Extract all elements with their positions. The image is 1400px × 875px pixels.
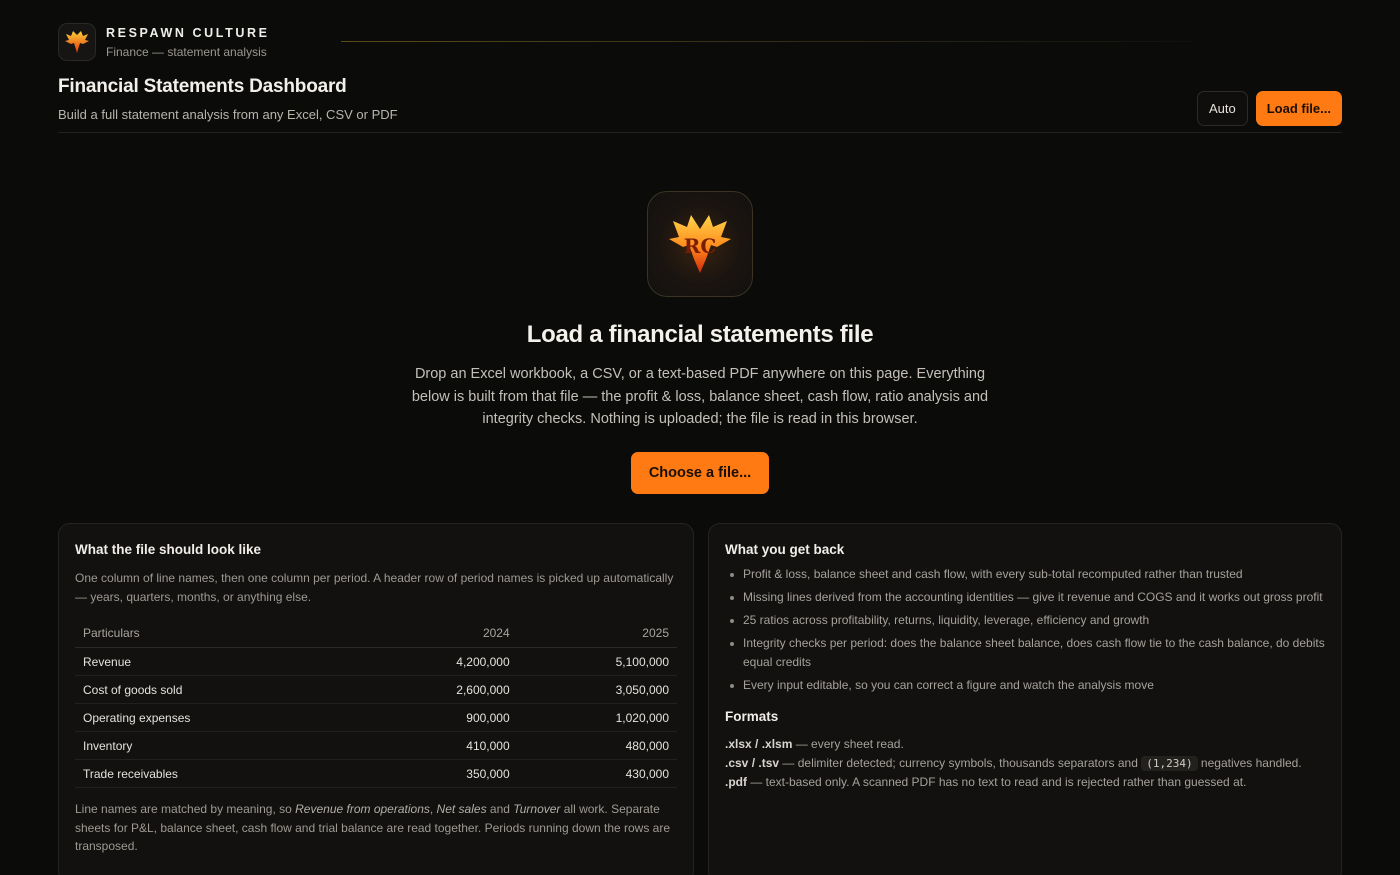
output-card-title: What you get back: [725, 541, 845, 557]
table-cell: 4,200,000: [358, 647, 518, 676]
table-cell: Operating expenses: [75, 703, 359, 732]
app-root: RESPAWN CULTURE Finance — statement anal…: [0, 0, 1400, 875]
phoenix-rc-icon: RC: [647, 191, 753, 297]
format-pdf: .pdf — text-based only. A scanned PDF ha…: [725, 773, 1325, 792]
notes-example: Net sales: [436, 802, 487, 816]
table-row: Trade receivables 350,000 430,000: [75, 759, 677, 788]
table-cell: 410,000: [358, 731, 518, 760]
table-row: Inventory 410,000 480,000: [75, 731, 677, 760]
title-bar: Financial Statements Dashboard Build a f…: [58, 76, 1342, 133]
table-cell: Cost of goods sold: [75, 675, 359, 704]
load-file-button[interactable]: Load file...: [1255, 91, 1342, 126]
table-header-row: Particulars 2024 2025: [75, 619, 677, 648]
table-cell: 2,600,000: [358, 675, 518, 704]
file-format-intro: One column of line names, then one colum…: [75, 570, 674, 604]
table-row: Revenue 4,200,000 5,100,000: [75, 647, 677, 676]
format-name: .xlsx / .xlsm: [725, 736, 793, 751]
table-cell: 3,050,000: [517, 675, 677, 704]
output-card: What you get back Profit & loss, balance…: [708, 522, 1342, 875]
file-format-card: What the file should look like One colum…: [58, 522, 694, 875]
format-description: negatives handled.: [1197, 755, 1302, 770]
notes-text: ,: [429, 802, 437, 816]
table-cell: 5,100,000: [517, 647, 677, 676]
info-cards: What the file should look like One colum…: [58, 522, 1342, 875]
brand-name: RESPAWN CULTURE: [106, 25, 270, 40]
negative-format-code: (1,234): [1141, 755, 1198, 771]
feature-list: Profit & loss, balance sheet and cash fl…: [725, 565, 1325, 695]
table-row: Cost of goods sold 2,600,000 3,050,000: [75, 675, 677, 704]
table-cell: 350,000: [358, 759, 518, 788]
table-cell: 1,020,000: [517, 703, 677, 732]
brand-header: RESPAWN CULTURE Finance — statement anal…: [58, 0, 1342, 84]
hero-description: Drop an Excel workbook, a CSV, or a text…: [411, 366, 989, 427]
list-item: Integrity checks per period: does the ba…: [725, 634, 1325, 672]
list-item: 25 ratios across profitability, returns,…: [725, 611, 1325, 630]
format-csv: .csv / .tsv — delimiter detected; curren…: [725, 754, 1325, 773]
choose-file-button[interactable]: Choose a file...: [631, 451, 769, 494]
table-cell: Revenue: [75, 647, 359, 676]
column-header: 2024: [358, 619, 518, 648]
list-item: Missing lines derived from the accountin…: [725, 588, 1325, 607]
brand-subtitle: Finance — statement analysis: [106, 44, 267, 59]
table-cell: 900,000: [358, 703, 518, 732]
hero-title: Load a financial statements file: [526, 321, 874, 348]
list-item: Profit & loss, balance sheet and cash fl…: [725, 565, 1325, 584]
page-subtitle: Build a full statement analysis from any…: [58, 107, 398, 122]
theme-auto-button[interactable]: Auto: [1196, 91, 1248, 126]
formats-title: Formats: [725, 708, 779, 724]
notes-text: and: [486, 802, 514, 816]
file-format-notes: Line names are matched by meaning, so Re…: [75, 800, 677, 856]
format-description: — every sheet read.: [792, 736, 904, 751]
header-actions: Auto Load file...: [1196, 91, 1342, 126]
column-header: Particulars: [75, 619, 359, 648]
table-cell: 430,000: [517, 759, 677, 788]
format-name: .csv / .tsv: [725, 755, 780, 770]
phoenix-logo-icon: [58, 23, 96, 61]
notes-example: Turnover: [513, 802, 561, 816]
file-format-card-title: What the file should look like: [75, 541, 262, 557]
table-cell: Trade receivables: [75, 759, 359, 788]
format-description: — delimiter detected; currency symbols, …: [779, 755, 1142, 770]
table-cell: 480,000: [517, 731, 677, 760]
format-name: .pdf: [725, 774, 747, 789]
column-header: 2025: [517, 619, 677, 648]
brand-divider: [341, 41, 1192, 42]
sample-table: Particulars 2024 2025 Revenue 4,200,000 …: [75, 619, 677, 788]
notes-text: Line names are matched by meaning, so: [75, 802, 296, 816]
table-row: Operating expenses 900,000 1,020,000: [75, 703, 677, 732]
table-cell: Inventory: [75, 731, 359, 760]
list-item: Every input editable, so you can correct…: [725, 676, 1325, 695]
format-xlsx: .xlsx / .xlsm — every sheet read.: [725, 735, 1325, 754]
svg-text:RC: RC: [684, 234, 717, 258]
drop-zone-hero[interactable]: RC Load a financial statements file Drop…: [58, 133, 1342, 494]
notes-example: Revenue from operations: [295, 802, 430, 816]
format-description: — text-based only. A scanned PDF has no …: [747, 774, 1247, 789]
